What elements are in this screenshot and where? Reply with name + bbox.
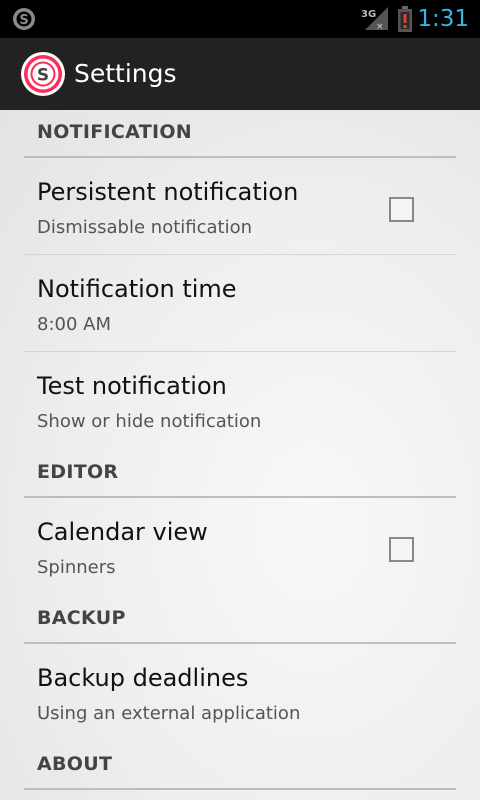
- pref-title: Backup deadlines: [37, 664, 249, 692]
- pref-title: Notification time: [37, 275, 237, 303]
- pref-summary: Spinners: [37, 557, 116, 578]
- app-logo-letter: S: [37, 66, 49, 86]
- svg-text:S: S: [19, 13, 28, 28]
- s-logo-icon: S: [13, 8, 35, 30]
- pref-title: Calendar view: [37, 518, 208, 546]
- pref-summary: Show or hide notification: [37, 411, 262, 432]
- pref-test-notification[interactable]: Test notification Show or hide notificat…: [24, 352, 456, 449]
- network-type-label: 3G: [361, 9, 376, 20]
- category-label: ABOUT: [37, 753, 113, 775]
- pref-summary: Dismissable notification: [37, 217, 253, 238]
- pref-calendar-view[interactable]: Calendar view Spinners: [24, 498, 456, 595]
- category-backup: BACKUP: [24, 596, 456, 644]
- category-label: EDITOR: [37, 461, 119, 483]
- settings-list[interactable]: NOTIFICATION Persistent notification Dis…: [0, 110, 480, 800]
- battery-alert-icon: [398, 6, 412, 32]
- pref-title: Persistent notification: [37, 178, 299, 206]
- pref-title: Test notification: [37, 372, 227, 400]
- category-label: BACKUP: [37, 607, 126, 629]
- pref-summary: 8:00 AM: [37, 314, 111, 335]
- pref-notification-time[interactable]: Notification time 8:00 AM: [24, 255, 456, 352]
- signal-3g-icon: 3G ×: [361, 7, 388, 32]
- action-bar: S Settings: [0, 38, 480, 110]
- svg-text:×: ×: [376, 22, 384, 32]
- app-logo-icon[interactable]: S: [20, 51, 66, 97]
- persistent-notification-checkbox[interactable]: [389, 197, 414, 222]
- status-time: 1:31: [417, 6, 469, 32]
- pref-persistent-notification[interactable]: Persistent notification Dismissable noti…: [24, 158, 456, 255]
- category-about: ABOUT: [24, 742, 456, 790]
- status-bar: S 3G × 1:31: [0, 0, 480, 38]
- pref-summary: Using an external application: [37, 703, 301, 724]
- category-label: NOTIFICATION: [37, 121, 192, 143]
- page-title: Settings: [74, 59, 177, 88]
- category-notification: NOTIFICATION: [24, 110, 456, 158]
- pref-backup-deadlines[interactable]: Backup deadlines Using an external appli…: [24, 644, 456, 741]
- calendar-view-checkbox[interactable]: [389, 537, 414, 562]
- category-editor: EDITOR: [24, 450, 456, 498]
